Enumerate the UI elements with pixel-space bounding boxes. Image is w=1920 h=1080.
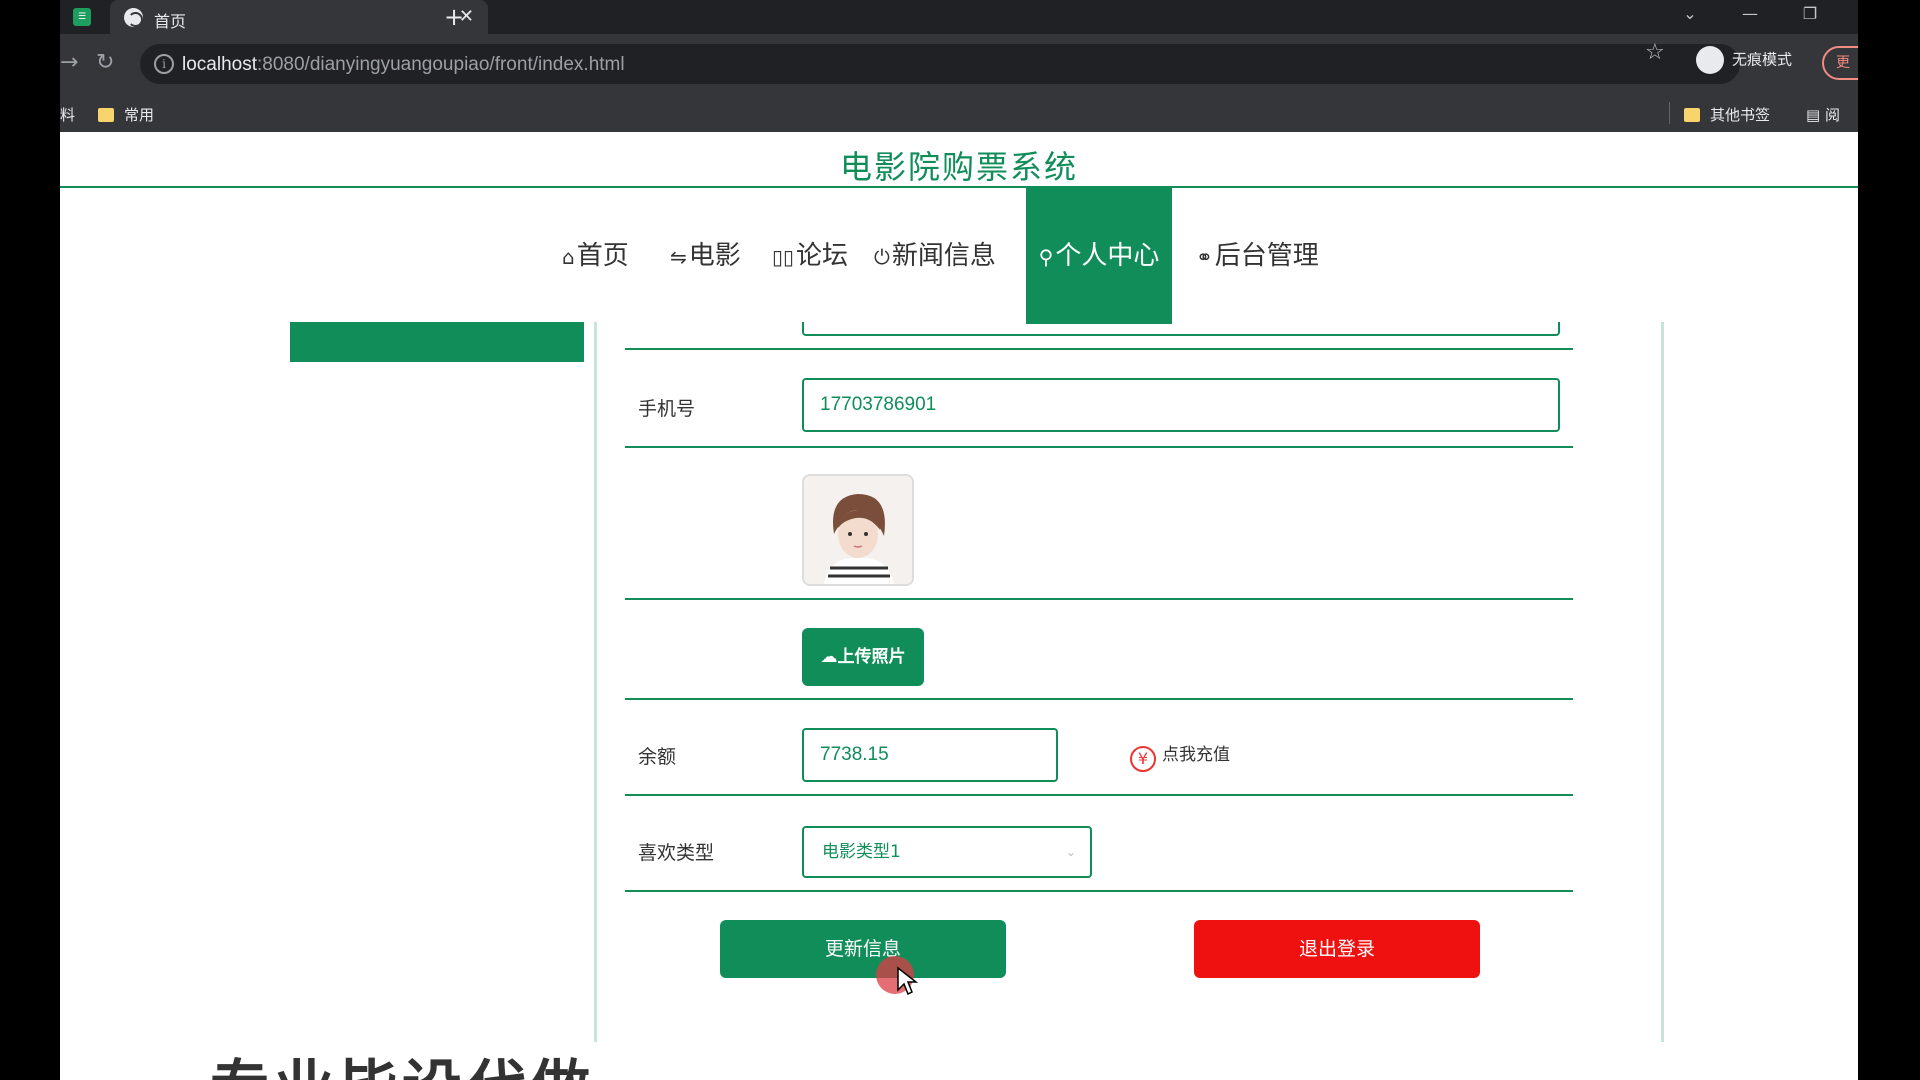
yen-icon: ¥	[1130, 746, 1156, 772]
bookmark-partial[interactable]: 料	[60, 104, 75, 125]
minimize-icon[interactable]: —	[1720, 4, 1780, 23]
site-title: 电影院购票系统	[839, 148, 1078, 186]
balance-label: 余额	[638, 746, 677, 768]
avatar-image	[802, 474, 914, 586]
tab-search-icon[interactable]: ⌄	[1660, 4, 1720, 23]
new-tab-button[interactable]: +	[444, 3, 464, 31]
nav-label: 新闻信息	[891, 241, 996, 271]
bookmark-other-label: 其他书签	[1710, 106, 1771, 124]
info-icon[interactable]: i	[154, 54, 174, 74]
chevron-down-icon: ⌄	[1065, 845, 1076, 859]
phone-label: 手机号	[638, 398, 696, 420]
nav-personal-center[interactable]: ⚲个人中心	[1026, 188, 1172, 324]
reload-icon[interactable]: ↻	[96, 50, 114, 75]
bookmark-folder-other[interactable]: 其他书签	[1684, 104, 1770, 125]
recharge-link[interactable]: ¥ 点我充值	[1130, 740, 1230, 772]
browser-tab[interactable]: 首页 ✕	[110, 0, 488, 34]
recharge-label: 点我充值	[1162, 745, 1230, 765]
nav-forum[interactable]: ▯▯论坛	[772, 188, 848, 324]
reading-list-label: 阅	[1824, 106, 1840, 124]
upload-photo-button[interactable]: ☁上传照片	[802, 628, 924, 686]
nav-label: 电影	[688, 241, 741, 271]
balance-input[interactable]: 7738.15	[802, 728, 1058, 782]
forward-icon[interactable]: →	[60, 50, 78, 75]
incognito-profile[interactable]: 无痕模式	[1696, 46, 1792, 74]
url-text: localhost:8080/dianyingyuangoupiao/front…	[182, 54, 625, 76]
profile-label: 无痕模式	[1732, 50, 1793, 69]
reading-list[interactable]: ▤ 阅	[1806, 104, 1840, 125]
window-controls: ⌄ — ❐	[1660, 4, 1840, 23]
nav-movies[interactable]: ⇋电影	[670, 188, 741, 324]
divider	[625, 348, 1573, 350]
nav-label: 个人中心	[1055, 241, 1160, 271]
sliders-icon: ⇋	[670, 245, 687, 269]
fav-type-label: 喜欢类型	[638, 842, 715, 864]
folder-icon	[98, 108, 114, 122]
reading-list-icon: ▤	[1806, 106, 1821, 124]
bookmark-star-icon[interactable]: ☆	[1645, 40, 1665, 65]
logout-button[interactable]: 退出登录	[1194, 920, 1480, 978]
bookmark-folder-label: 常用	[124, 106, 155, 124]
update-chip[interactable]: 更	[1822, 46, 1858, 80]
power-icon: ⏻	[874, 245, 890, 269]
phone-input[interactable]: 17703786901	[802, 378, 1560, 432]
main-nav: ⌂首页 ⇋电影 ▯▯论坛 ⏻新闻信息 ⚲个人中心 ⚭后台管理	[60, 188, 1858, 324]
nav-label: 首页	[576, 241, 629, 271]
divider	[625, 598, 1573, 600]
update-info-button[interactable]: 更新信息	[720, 920, 1006, 978]
divider	[625, 890, 1573, 892]
bookmark-divider	[1669, 102, 1670, 124]
fav-type-value: 电影类型1	[822, 842, 901, 862]
nav-news[interactable]: ⏻新闻信息	[874, 188, 996, 324]
mouse-cursor-icon	[897, 966, 918, 996]
globe-icon	[124, 8, 143, 27]
url-host: localhost	[182, 54, 257, 75]
folder-icon	[1684, 108, 1700, 122]
tab-title: 首页	[154, 12, 187, 31]
url-path: :8080/dianyingyuangoupiao/front/index.ht…	[257, 54, 625, 75]
browser-window: ☰ 首页 ✕ + ⌄ — ❐ → ↻ i localhost:8080/dianyi…	[60, 0, 1858, 1080]
previous-field[interactable]	[802, 322, 1560, 336]
link-icon: ⚭	[1196, 245, 1213, 269]
sidebar-header	[290, 322, 584, 362]
divider	[625, 698, 1573, 700]
address-bar[interactable]: i localhost:8080/dianyingyuangoupiao/fro…	[140, 44, 1740, 84]
browser-toolbar: → ↻ i localhost:8080/dianyingyuangoupiao…	[60, 34, 1858, 94]
nav-admin[interactable]: ⚭后台管理	[1196, 188, 1319, 324]
columns-icon: ▯▯	[772, 245, 795, 269]
site-header: 电影院购票系统	[60, 132, 1858, 188]
fav-type-select[interactable]: 电影类型1 ⌄	[802, 826, 1092, 878]
overlay-caption: 专业毕设代做	[210, 1040, 594, 1080]
nav-home[interactable]: ⌂首页	[562, 188, 629, 324]
home-icon: ⌂	[562, 245, 575, 269]
divider	[625, 794, 1573, 796]
upload-button-label: 上传照片	[837, 647, 906, 667]
restore-icon[interactable]: ❐	[1780, 4, 1840, 23]
bookmarks-bar: 料 常用 其他书签 ▤ 阅	[60, 94, 1858, 132]
user-icon: ⚲	[1038, 245, 1054, 269]
nav-label: 论坛	[796, 241, 849, 271]
divider	[625, 446, 1573, 448]
app-icon[interactable]: ☰	[73, 8, 91, 26]
tab-strip: ☰ 首页 ✕ + ⌄ — ❐	[60, 0, 1858, 34]
incognito-icon	[1696, 46, 1724, 74]
cloud-upload-icon: ☁	[820, 647, 838, 667]
nav-label: 后台管理	[1214, 241, 1319, 271]
bookmark-folder-common[interactable]: 常用	[98, 104, 154, 125]
